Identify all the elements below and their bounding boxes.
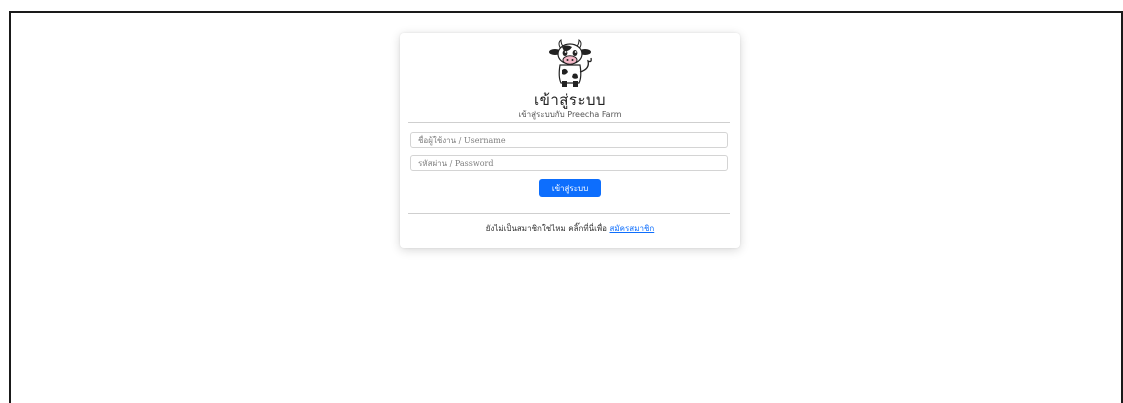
username-input[interactable] bbox=[410, 132, 728, 148]
divider bbox=[408, 213, 730, 214]
password-input[interactable] bbox=[410, 155, 728, 171]
divider bbox=[408, 122, 730, 123]
register-prompt: ยังไม่เป็นสมาชิกใช่ไหม คลิ๊กที่นี่เพื่อ … bbox=[400, 222, 740, 235]
register-link[interactable]: สมัครสมาชิก bbox=[610, 224, 655, 233]
login-card: เข้าสู่ระบบ เข้าสู่ระบบกับ Preecha Farm … bbox=[400, 33, 740, 248]
register-prompt-text: ยังไม่เป็นสมาชิกใช่ไหม คลิ๊กที่นี่เพื่อ bbox=[485, 224, 607, 233]
cow-mascot-icon bbox=[549, 39, 592, 87]
login-button[interactable]: เข้าสู่ระบบ bbox=[539, 179, 601, 197]
page-subtitle: เข้าสู่ระบบกับ Preecha Farm bbox=[518, 110, 622, 119]
